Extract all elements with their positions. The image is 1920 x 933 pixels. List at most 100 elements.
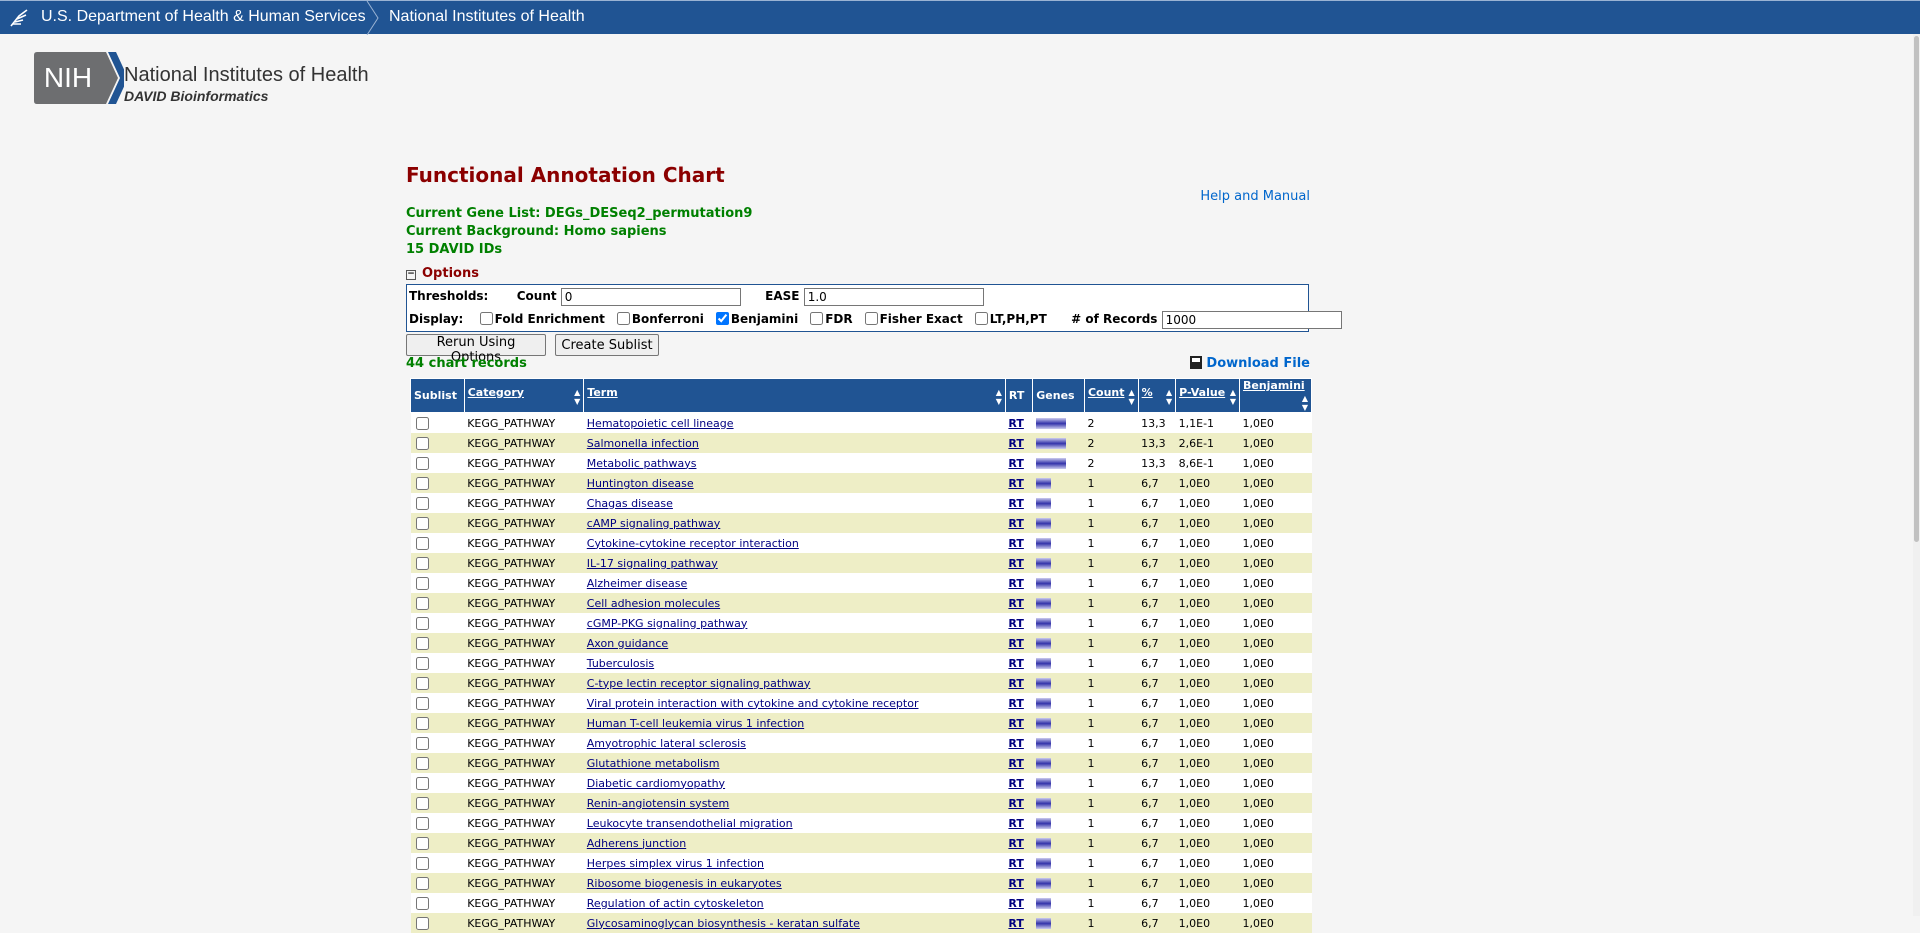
- term-link[interactable]: C-type lectin receptor signaling pathway: [587, 677, 811, 690]
- nih-logo-icon[interactable]: NIH: [34, 52, 124, 104]
- sublist-checkbox[interactable]: [415, 476, 429, 490]
- term-link[interactable]: Huntington disease: [587, 477, 694, 490]
- sort-term-link[interactable]: Term: [587, 386, 617, 399]
- rt-link[interactable]: RT: [1008, 677, 1023, 690]
- sublist-checkbox[interactable]: [415, 536, 429, 550]
- term-link[interactable]: Viral protein interaction with cytokine …: [587, 697, 919, 710]
- genes-bar-icon[interactable]: [1035, 878, 1051, 889]
- term-link[interactable]: Cytokine-cytokine receptor interaction: [587, 537, 799, 550]
- genes-bar-icon[interactable]: [1035, 838, 1051, 849]
- sublist-checkbox[interactable]: [415, 596, 429, 610]
- term-link[interactable]: Regulation of actin cytoskeleton: [587, 897, 764, 910]
- genes-bar-icon[interactable]: [1035, 918, 1051, 929]
- rt-link[interactable]: RT: [1008, 797, 1023, 810]
- term-link[interactable]: Glutathione metabolism: [587, 757, 720, 770]
- genes-bar-icon[interactable]: [1035, 818, 1051, 829]
- rt-link[interactable]: RT: [1008, 437, 1023, 450]
- sort-arrows-icon[interactable]: ▲ ▼: [1302, 394, 1308, 412]
- rt-link[interactable]: RT: [1008, 777, 1023, 790]
- genes-bar-icon[interactable]: [1035, 718, 1051, 729]
- genes-bar-icon[interactable]: [1035, 598, 1051, 609]
- display-option-0[interactable]: Fold Enrichment: [479, 312, 605, 326]
- genes-bar-icon[interactable]: [1035, 738, 1051, 749]
- term-link[interactable]: Hematopoietic cell lineage: [587, 417, 734, 430]
- genes-bar-icon[interactable]: [1035, 558, 1051, 569]
- display-checkbox[interactable]: [810, 312, 824, 325]
- display-checkbox[interactable]: [479, 312, 493, 325]
- display-option-4[interactable]: Fisher Exact: [864, 312, 963, 326]
- term-link[interactable]: Salmonella infection: [587, 437, 699, 450]
- sublist-checkbox[interactable]: [415, 916, 429, 930]
- records-input[interactable]: [1161, 310, 1342, 329]
- term-link[interactable]: Cell adhesion molecules: [587, 597, 720, 610]
- term-link[interactable]: Renin-angiotensin system: [587, 797, 729, 810]
- term-link[interactable]: Glycosaminoglycan biosynthesis - keratan…: [587, 917, 860, 930]
- term-link[interactable]: Diabetic cardiomyopathy: [587, 777, 725, 790]
- sublist-checkbox[interactable]: [415, 756, 429, 770]
- term-link[interactable]: Amyotrophic lateral sclerosis: [587, 737, 746, 750]
- genes-bar-icon[interactable]: [1035, 578, 1051, 589]
- term-link[interactable]: Leukocyte transendothelial migration: [587, 817, 793, 830]
- options-toggle[interactable]: − Options: [406, 266, 479, 281]
- sublist-checkbox[interactable]: [415, 836, 429, 850]
- genes-bar-icon[interactable]: [1035, 758, 1051, 769]
- header-category[interactable]: Category ▲ ▼: [463, 378, 585, 413]
- term-link[interactable]: cGMP-PKG signaling pathway: [587, 617, 748, 630]
- nih-link[interactable]: National Institutes of Health: [389, 8, 585, 26]
- header-count[interactable]: Count ▲ ▼: [1083, 378, 1139, 413]
- genes-bar-icon[interactable]: [1035, 478, 1051, 489]
- sublist-checkbox[interactable]: [415, 876, 429, 890]
- page-scrollbar[interactable]: [1913, 34, 1920, 916]
- sublist-checkbox[interactable]: [415, 576, 429, 590]
- count-threshold-input[interactable]: [560, 287, 741, 306]
- rt-link[interactable]: RT: [1008, 917, 1023, 930]
- sort-pvalue-link[interactable]: P-Value: [1179, 386, 1225, 399]
- genes-bar-icon[interactable]: [1035, 438, 1066, 449]
- rt-link[interactable]: RT: [1008, 837, 1023, 850]
- term-link[interactable]: Axon guidance: [587, 637, 668, 650]
- term-link[interactable]: IL-17 signaling pathway: [587, 557, 718, 570]
- genes-bar-icon[interactable]: [1035, 778, 1051, 789]
- sort-arrows-icon[interactable]: ▲ ▼: [574, 388, 580, 406]
- sublist-checkbox[interactable]: [415, 636, 429, 650]
- sublist-checkbox[interactable]: [415, 656, 429, 670]
- sublist-checkbox[interactable]: [415, 776, 429, 790]
- genes-bar-icon[interactable]: [1035, 458, 1066, 469]
- rt-link[interactable]: RT: [1008, 517, 1023, 530]
- genes-bar-icon[interactable]: [1035, 658, 1051, 669]
- term-link[interactable]: cAMP signaling pathway: [587, 517, 721, 530]
- sort-arrows-icon[interactable]: ▲ ▼: [1128, 388, 1134, 406]
- display-checkbox[interactable]: [864, 312, 878, 325]
- term-link[interactable]: Chagas disease: [587, 497, 673, 510]
- term-link[interactable]: Metabolic pathways: [587, 457, 697, 470]
- collapse-icon[interactable]: −: [406, 270, 416, 280]
- rt-link[interactable]: RT: [1008, 637, 1023, 650]
- rt-link[interactable]: RT: [1008, 757, 1023, 770]
- rt-link[interactable]: RT: [1008, 457, 1023, 470]
- download-file-link[interactable]: Download File: [1190, 356, 1310, 371]
- header-percent[interactable]: % ▲ ▼: [1137, 378, 1177, 413]
- term-link[interactable]: Alzheimer disease: [587, 577, 687, 590]
- term-link[interactable]: Herpes simplex virus 1 infection: [587, 857, 764, 870]
- display-option-3[interactable]: FDR: [810, 312, 853, 326]
- rt-link[interactable]: RT: [1008, 877, 1023, 890]
- sublist-checkbox[interactable]: [415, 456, 429, 470]
- genes-bar-icon[interactable]: [1035, 798, 1051, 809]
- scrollbar-thumb[interactable]: [1914, 36, 1919, 542]
- sort-percent-link[interactable]: %: [1142, 386, 1153, 399]
- display-option-2[interactable]: Benjamini: [715, 312, 798, 326]
- genes-bar-icon[interactable]: [1035, 518, 1051, 529]
- sublist-checkbox[interactable]: [415, 616, 429, 630]
- sublist-checkbox[interactable]: [415, 516, 429, 530]
- sort-arrows-icon[interactable]: ▲ ▼: [1166, 388, 1172, 406]
- display-option-1[interactable]: Bonferroni: [616, 312, 704, 326]
- rerun-button[interactable]: Rerun Using Options: [406, 334, 546, 365]
- rt-link[interactable]: RT: [1008, 537, 1023, 550]
- header-term[interactable]: Term ▲ ▼: [583, 378, 1006, 413]
- term-link[interactable]: Ribosome biogenesis in eukaryotes: [587, 877, 782, 890]
- ease-threshold-input[interactable]: [803, 287, 984, 306]
- sublist-checkbox[interactable]: [415, 676, 429, 690]
- sublist-checkbox[interactable]: [415, 696, 429, 710]
- sublist-checkbox[interactable]: [415, 736, 429, 750]
- hhs-eagle-icon[interactable]: [8, 7, 30, 29]
